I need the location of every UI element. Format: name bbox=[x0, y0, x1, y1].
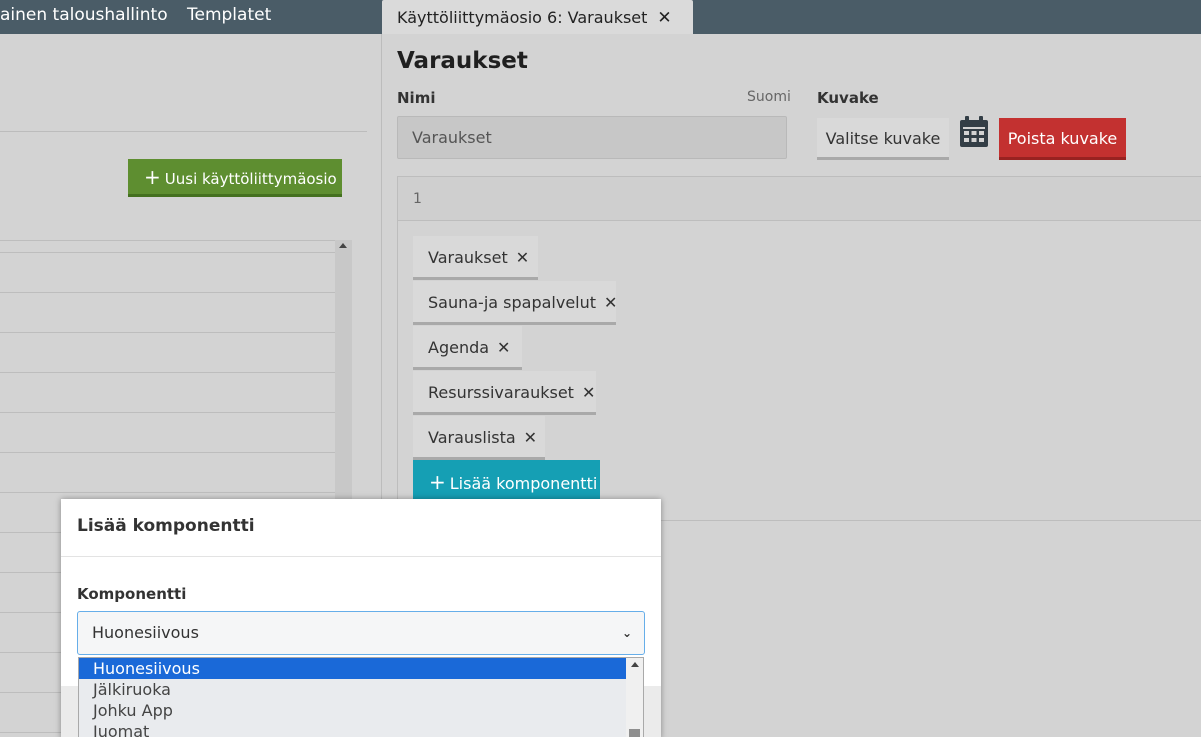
component-label: Varaukset bbox=[428, 248, 508, 267]
component-field-label: Komponentti bbox=[77, 585, 187, 603]
tab-ui-section[interactable]: Käyttöliittymäosio 6: Varaukset ✕ bbox=[382, 0, 693, 34]
nav-item-templatet[interactable]: Templatet bbox=[187, 0, 271, 34]
component-chip[interactable]: Sauna-ja spapalvelut ✕ bbox=[413, 281, 617, 325]
close-icon[interactable]: ✕ bbox=[657, 8, 671, 28]
divider bbox=[0, 131, 367, 132]
close-icon[interactable]: ✕ bbox=[497, 338, 510, 357]
component-dropdown-list: Huonesiivous Jälkiruoka Johku App Juomat bbox=[78, 657, 644, 737]
divider bbox=[61, 556, 661, 557]
close-icon[interactable]: ✕ bbox=[582, 383, 595, 402]
component-select[interactable]: Huonesiivous ⌄ bbox=[77, 611, 645, 655]
component-chip[interactable]: Agenda ✕ bbox=[413, 326, 522, 370]
component-label: Resurssivaraukset bbox=[428, 383, 574, 402]
add-component-button[interactable]: + Lisää komponentti bbox=[413, 460, 600, 504]
list-item[interactable] bbox=[0, 452, 335, 453]
add-ui-section-label: Uusi käyttöliittymäosio bbox=[164, 170, 337, 188]
language-label[interactable]: Suomi bbox=[747, 89, 791, 105]
component-chip[interactable]: Resurssivaraukset ✕ bbox=[413, 371, 596, 415]
component-chip[interactable]: Varaukset ✕ bbox=[413, 236, 538, 280]
list-item[interactable] bbox=[0, 492, 335, 493]
page-title: Varaukset bbox=[397, 48, 528, 74]
modal-title: Lisää komponentti bbox=[77, 516, 255, 536]
chevron-down-icon: ⌄ bbox=[621, 626, 632, 640]
selected-value: Huonesiivous bbox=[92, 623, 199, 642]
dropdown-option[interactable]: Juomat bbox=[79, 721, 627, 737]
list-item[interactable] bbox=[0, 412, 335, 413]
section-header[interactable]: 1 bbox=[398, 177, 1201, 221]
name-input[interactable]: Varaukset bbox=[397, 116, 787, 159]
plus-icon: + bbox=[429, 470, 446, 494]
choose-icon-button[interactable]: Valitse kuvake bbox=[817, 118, 949, 160]
close-icon[interactable]: ✕ bbox=[524, 428, 537, 447]
dropdown-scrollbar[interactable] bbox=[626, 658, 643, 737]
list-item[interactable] bbox=[0, 292, 335, 293]
component-chip[interactable]: Varauslista ✕ bbox=[413, 416, 545, 460]
calendar-icon bbox=[960, 116, 988, 147]
scroll-up-icon[interactable] bbox=[631, 662, 639, 667]
list-item[interactable] bbox=[0, 252, 335, 253]
component-label: Agenda bbox=[428, 338, 490, 357]
add-component-label: Lisää komponentti bbox=[449, 474, 598, 493]
plus-icon: + bbox=[144, 165, 161, 189]
dropdown-option[interactable]: Huonesiivous bbox=[79, 658, 627, 679]
dropdown-option[interactable]: Jälkiruoka bbox=[79, 679, 627, 700]
component-label: Varauslista bbox=[428, 428, 516, 447]
scroll-up-icon[interactable] bbox=[339, 243, 347, 248]
scroll-thumb[interactable] bbox=[629, 729, 640, 737]
icon-label: Kuvake bbox=[817, 89, 879, 107]
component-label: Sauna-ja spapalvelut bbox=[428, 293, 597, 312]
add-component-modal: Lisää komponentti Komponentti Huonesiivo… bbox=[61, 499, 661, 737]
add-ui-section-button[interactable]: + Uusi käyttöliittymäosio bbox=[128, 159, 342, 197]
tab-label: Käyttöliittymäosio 6: Varaukset bbox=[397, 8, 648, 27]
dropdown-option[interactable]: Johku App bbox=[79, 700, 627, 721]
list-item[interactable] bbox=[0, 332, 335, 333]
remove-icon-button[interactable]: Poista kuvake bbox=[999, 118, 1126, 160]
close-icon[interactable]: ✕ bbox=[604, 293, 617, 312]
list-item[interactable] bbox=[0, 372, 335, 373]
name-label: Nimi bbox=[397, 89, 436, 107]
nav-item-taloushallinto[interactable]: ainen taloushallinto bbox=[0, 0, 168, 34]
close-icon[interactable]: ✕ bbox=[516, 248, 529, 267]
